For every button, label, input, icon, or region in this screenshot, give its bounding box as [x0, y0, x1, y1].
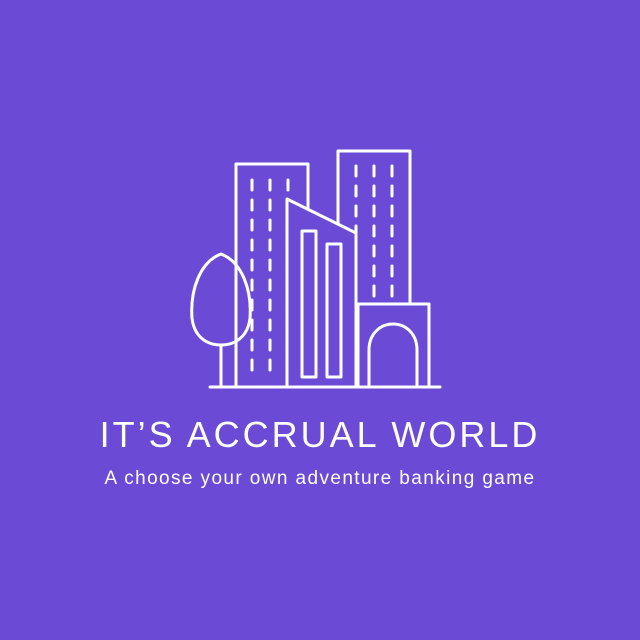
- left-tower-windows: [250, 178, 290, 374]
- right-tower-windows: [354, 164, 394, 302]
- app-title: IT’S ACCRUAL WORLD: [99, 414, 541, 455]
- splash-screen: { "brand": { "title": "IT’S ACCRUAL WORL…: [0, 0, 640, 640]
- app-tagline: A choose your own adventure banking game: [104, 468, 536, 489]
- tree-crown: [190, 252, 252, 347]
- middle-tower: [285, 197, 358, 389]
- city-buildings-icon: [190, 149, 442, 389]
